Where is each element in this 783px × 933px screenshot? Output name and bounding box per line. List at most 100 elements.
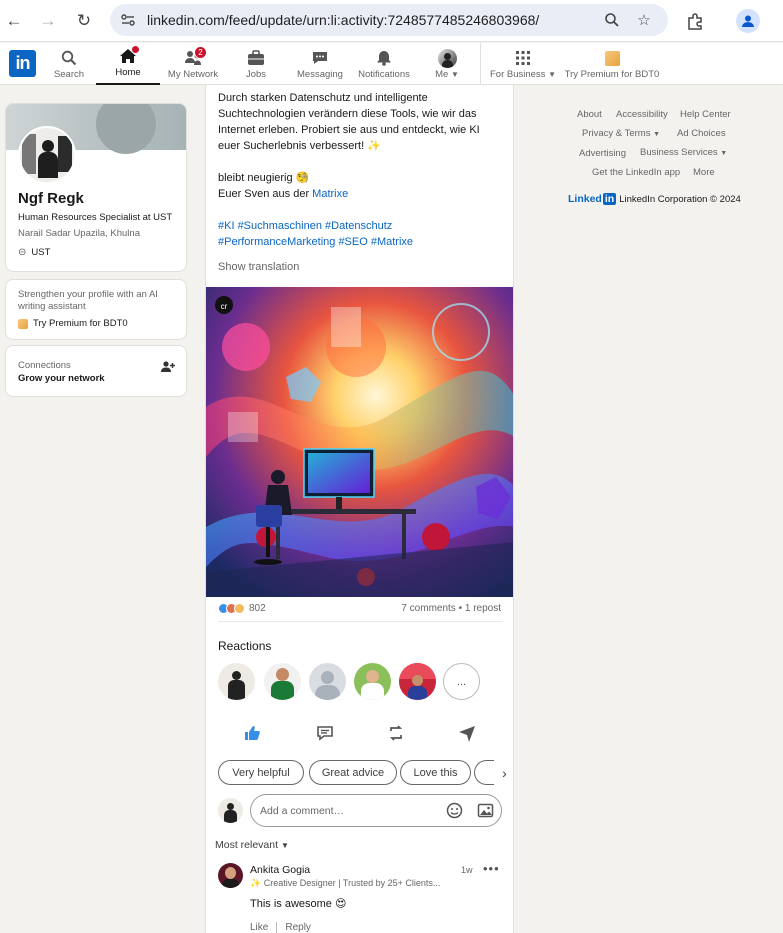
reactor-avatar[interactable] [354, 663, 391, 700]
post-image[interactable]: cr [206, 287, 513, 597]
nav-label: My Network [167, 69, 219, 80]
premium-link[interactable]: Try Premium for BDT0 [18, 318, 128, 329]
reload-icon[interactable]: ↻ [72, 9, 96, 33]
extensions-icon[interactable] [683, 9, 707, 33]
reaction-summary[interactable]: 802 [218, 603, 266, 614]
repost-icon [389, 725, 403, 741]
commenter-avatar[interactable] [218, 863, 243, 888]
nav-divider [480, 43, 481, 85]
forward-icon[interactable]: → [36, 9, 60, 33]
nav-my-network[interactable]: 2 My Network [162, 43, 224, 85]
nav-search[interactable]: Search [52, 43, 86, 85]
comment-input[interactable]: Add a comment… [250, 794, 502, 827]
address-bar[interactable]: linkedin.com/feed/update/urn:li:activity… [110, 4, 668, 36]
show-translation-link[interactable]: Show translation [218, 261, 299, 273]
post-detail: Durch starken Datenschutz und intelligen… [205, 85, 514, 933]
reactor-avatar[interactable] [218, 663, 255, 700]
footer-link-help-center[interactable]: Help Center [680, 109, 731, 120]
connections-subtitle: Grow your network [18, 373, 105, 384]
caret-down-icon: ▼ [280, 841, 289, 850]
like-button[interactable] [241, 722, 263, 744]
site-info-icon[interactable] [118, 10, 138, 30]
profile-company[interactable]: ⊝ UST [18, 247, 50, 258]
linkedin-logo[interactable]: in [9, 50, 36, 77]
back-icon[interactable]: ← [2, 9, 26, 33]
post-line: bleibt neugierig 🧐 [218, 172, 310, 184]
connections-card[interactable]: Connections Grow your network [5, 345, 187, 397]
hashtags[interactable]: #KI #Suchmaschinen #Datenschutz [218, 218, 508, 234]
profile-icon[interactable] [736, 9, 760, 33]
more-options-icon[interactable]: ••• [483, 861, 500, 876]
premium-card: Strengthen your profile with an AI writi… [5, 279, 187, 340]
nav-label: Jobs [245, 69, 267, 80]
home-icon [119, 45, 140, 67]
nav-premium[interactable]: Try Premium for BDT0 [562, 43, 662, 85]
suggestion-pill[interactable]: Great advice [309, 760, 397, 785]
avatar [437, 47, 457, 69]
nav-label: Messaging [297, 69, 343, 80]
sort-dropdown[interactable]: Most relevant ▼ [215, 839, 289, 851]
comment-actions: Like Reply [250, 922, 311, 933]
footer-link-ad-choices[interactable]: Ad Choices [677, 128, 726, 139]
commenter-name[interactable]: Ankita Gogia [250, 864, 310, 876]
wordmark-in: in [602, 193, 617, 205]
sort-label: Most relevant [215, 839, 279, 851]
footer-link-get-app[interactable]: Get the LinkedIn app [592, 167, 680, 178]
comment-time: 1w [461, 865, 473, 875]
caret-down-icon: ▼ [450, 70, 459, 79]
add-person-icon [161, 360, 175, 379]
notification-dot [131, 45, 140, 54]
emoji-icon[interactable] [446, 802, 463, 824]
nav-notifications[interactable]: Notifications [354, 43, 414, 85]
footer-link-privacy[interactable]: Privacy & Terms ▼ [582, 128, 660, 139]
browser-toolbar: ← → ↻ linkedin.com/feed/update/urn:li:ac… [0, 0, 783, 42]
footer-link-advertising[interactable]: Advertising [579, 148, 626, 159]
hashtags[interactable]: #PerformanceMarketing #SEO #Matrixe [218, 234, 508, 250]
messaging-icon [311, 47, 329, 69]
image-icon[interactable] [477, 802, 494, 824]
reactor-avatar[interactable] [309, 663, 346, 700]
comment-like-button[interactable]: Like [250, 922, 268, 933]
repost-button[interactable] [385, 722, 407, 744]
more-reactions-button[interactable]: ... [443, 663, 480, 700]
footer-link-business-services[interactable]: Business Services ▼ [640, 147, 727, 158]
reaction-icons [218, 603, 245, 614]
nav-label: Search [53, 69, 85, 80]
avatar [218, 798, 243, 823]
bookmark-star-icon[interactable]: ☆ [634, 10, 654, 30]
footer-link-accessibility[interactable]: Accessibility [616, 109, 668, 120]
comment-button[interactable] [314, 722, 336, 744]
profile-avatar[interactable] [18, 126, 76, 184]
suggestion-pill[interactable]: Very helpful [218, 760, 304, 785]
send-button[interactable] [456, 722, 478, 744]
send-icon [459, 726, 475, 742]
linkedin-wordmark: Linked in [568, 193, 617, 205]
reactor-avatar[interactable] [399, 663, 436, 700]
url-text[interactable]: linkedin.com/feed/update/urn:li:activity… [147, 12, 539, 28]
comment-reply-button[interactable]: Reply [285, 922, 311, 933]
nav-home[interactable]: Home [96, 43, 160, 85]
suggestion-pill[interactable]: Love this [400, 760, 471, 785]
premium-cta: Try Premium for BDT0 [33, 318, 128, 329]
post-line: Euer Sven aus der [218, 188, 313, 200]
nav-label: Notifications [358, 69, 410, 80]
chevron-right-icon[interactable]: › [494, 760, 513, 785]
caret-down-icon: ▼ [653, 131, 661, 138]
profile-name[interactable]: Ngf Regk [18, 190, 84, 207]
comment-text: This is awesome 😍 [250, 898, 347, 910]
nav-jobs[interactable]: Jobs [236, 43, 276, 85]
nav-messaging[interactable]: Messaging [294, 43, 346, 85]
footer-link-label: Business Services [640, 147, 718, 158]
footer-link-about[interactable]: About [577, 109, 602, 120]
zoom-icon[interactable] [602, 10, 622, 30]
bell-icon [376, 47, 392, 69]
nav-for-business[interactable]: For Business ▼ [488, 43, 558, 85]
search-icon [61, 47, 77, 69]
comments-reposts[interactable]: 7 comments • 1 repost [401, 603, 501, 614]
post-line: Internet erleben. Probiert sie aus und e… [218, 124, 480, 136]
footer-link-more[interactable]: More [693, 167, 715, 178]
reactor-avatar[interactable] [264, 663, 301, 700]
mention-link[interactable]: Matrixe [312, 188, 348, 200]
nav-label: Me [435, 69, 449, 80]
nav-me[interactable]: Me ▼ [430, 43, 464, 85]
